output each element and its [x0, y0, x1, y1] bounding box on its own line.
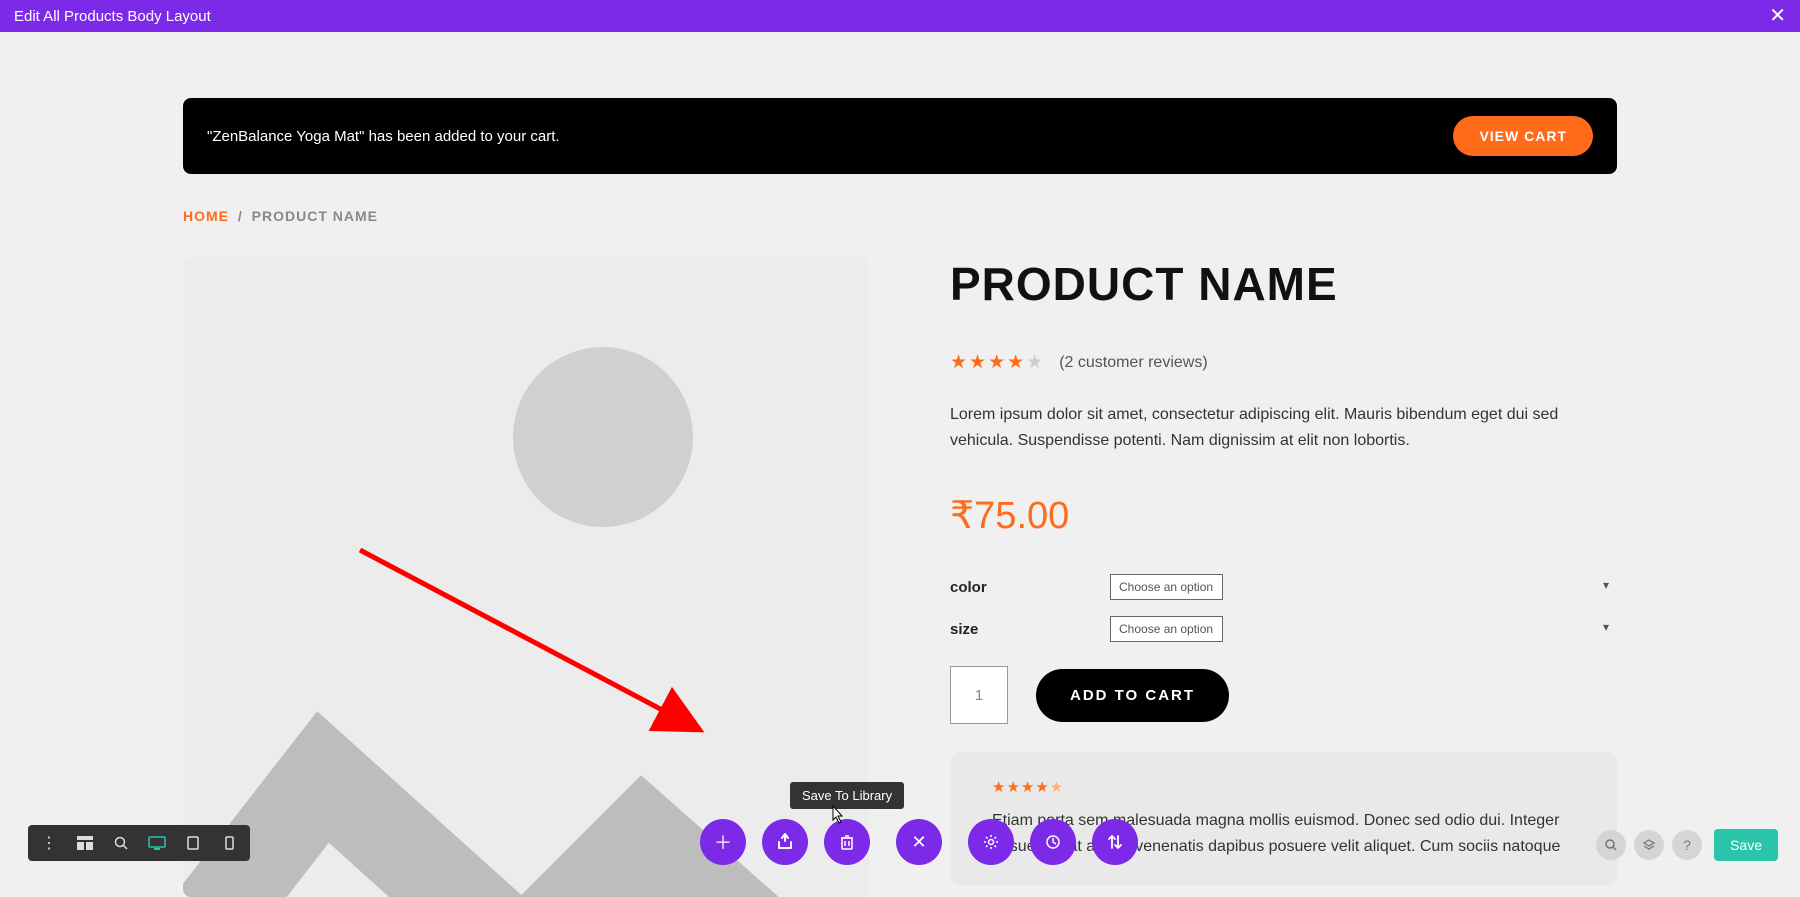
sort-button[interactable] [1092, 819, 1138, 865]
quantity-input[interactable] [950, 666, 1008, 724]
layers-icon[interactable] [1634, 830, 1664, 860]
breadcrumb-current: PRODUCT NAME [252, 208, 378, 224]
zoom-icon[interactable] [104, 828, 138, 858]
product-price: ₹75.00 [950, 493, 1617, 538]
variant-size-select[interactable]: Choose an option [1110, 616, 1223, 642]
view-cart-button[interactable]: VIEW CART [1453, 116, 1593, 156]
cart-notice: "ZenBalance Yoga Mat" has been added to … [183, 98, 1617, 174]
review-count[interactable]: (2 customer reviews) [1059, 354, 1207, 372]
more-options-icon[interactable]: ⋮ [32, 828, 66, 858]
variant-size-label: size [950, 621, 1110, 638]
topbar-title: Edit All Products Body Layout [14, 8, 1769, 25]
tablet-view-icon[interactable] [176, 828, 210, 858]
mobile-view-icon[interactable] [212, 828, 246, 858]
breadcrumb: HOME / PRODUCT NAME [183, 208, 378, 224]
add-to-cart-button[interactable]: ADD TO CART [1036, 669, 1229, 722]
rating-row: ★★★★★ (2 customer reviews) [950, 351, 1617, 374]
bottom-right-controls: ? Save [1596, 829, 1778, 861]
close-panel-button[interactable]: ✕ [896, 819, 942, 865]
settings-button[interactable] [968, 819, 1014, 865]
star-rating: ★★★★★ [950, 351, 1045, 374]
wireframe-view-icon[interactable] [68, 828, 102, 858]
desktop-view-icon[interactable] [140, 828, 174, 858]
variant-color-label: color [950, 579, 1110, 596]
placeholder-circle-icon [513, 347, 693, 527]
variant-color-select[interactable]: Choose an option [1110, 574, 1223, 600]
variant-selectors: color Choose an option size Choose an op… [950, 574, 1617, 642]
page-action-buttons: ＋ Save To Library ✕ [700, 819, 1138, 865]
add-to-cart-row: ADD TO CART [950, 666, 1617, 724]
product-title: Product Name [950, 257, 1617, 311]
breadcrumb-sep: / [234, 208, 247, 224]
close-icon[interactable]: ✕ [1769, 6, 1786, 26]
review-star-rating: ★★★★★ [992, 778, 1575, 796]
editor-topbar: Edit All Products Body Layout ✕ [0, 0, 1800, 32]
product-details: Product Name ★★★★★ (2 customer reviews) … [950, 257, 1617, 885]
delete-button[interactable] [824, 819, 870, 865]
view-toolbar: ⋮ [28, 825, 250, 861]
save-to-library-button[interactable]: Save To Library [762, 819, 808, 865]
product-description: Lorem ipsum dolor sit amet, consectetur … [950, 402, 1590, 453]
notice-text: "ZenBalance Yoga Mat" has been added to … [207, 128, 1453, 145]
product-image-placeholder [183, 257, 869, 897]
add-section-button[interactable]: ＋ [700, 819, 746, 865]
search-icon[interactable] [1596, 830, 1626, 860]
canvas: "ZenBalance Yoga Mat" has been added to … [0, 32, 1800, 879]
variant-size-row: size Choose an option [950, 616, 1617, 642]
variant-color-row: color Choose an option [950, 574, 1617, 600]
help-icon[interactable]: ? [1672, 830, 1702, 860]
tooltip: Save To Library [790, 782, 904, 809]
breadcrumb-home[interactable]: HOME [183, 208, 229, 224]
save-button[interactable]: Save [1714, 829, 1778, 861]
history-button[interactable] [1030, 819, 1076, 865]
